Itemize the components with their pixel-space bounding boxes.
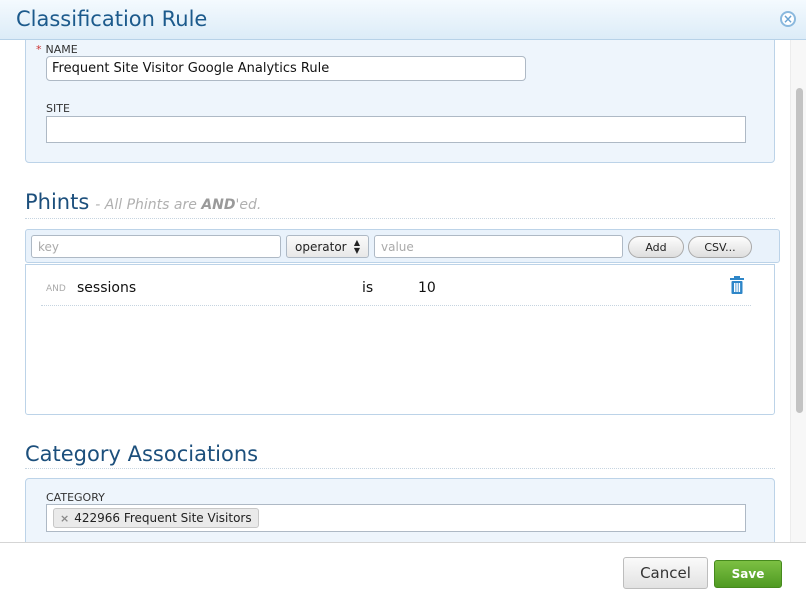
category-tag-text: 422966 Frequent Site Visitors xyxy=(74,511,252,525)
key-input[interactable]: key xyxy=(31,235,281,258)
category-input[interactable]: × 422966 Frequent Site Visitors xyxy=(46,504,746,532)
add-button[interactable]: Add xyxy=(628,236,684,258)
dialog-content: * NAME Frequent Site Visitor Google Analy… xyxy=(0,40,790,542)
phint-list: AND sessions is 10 xyxy=(25,264,775,415)
phints-title: Phints xyxy=(25,190,90,214)
rule-details-panel: * NAME Frequent Site Visitor Google Analy… xyxy=(25,40,775,163)
category-tag: × 422966 Frequent Site Visitors xyxy=(53,508,259,528)
dialog-titlebar: Classification Rule × xyxy=(0,0,806,40)
csv-button[interactable]: CSV... xyxy=(688,236,752,258)
dialog-title: Classification Rule xyxy=(16,7,208,31)
scrollbar-thumb[interactable] xyxy=(796,88,803,413)
remove-tag-icon[interactable]: × xyxy=(60,512,69,525)
category-label: CATEGORY xyxy=(46,491,105,504)
conjunction-label: AND xyxy=(46,284,66,294)
close-icon[interactable]: × xyxy=(780,11,796,27)
phint-key: sessions xyxy=(77,280,137,296)
phints-heading: Phints - All Phints are AND'ed. xyxy=(25,190,261,214)
hint-suffix: 'ed. xyxy=(235,197,262,213)
site-input[interactable] xyxy=(46,116,746,143)
phint-row: AND sessions is 10 xyxy=(41,265,751,306)
name-label: * NAME xyxy=(36,43,78,56)
phint-toolbar: key operator ▲ ▼ value Add CSV... xyxy=(25,229,780,263)
category-panel: CATEGORY × 422966 Frequent Site Visitors xyxy=(25,478,775,542)
updown-icon: ▲ ▼ xyxy=(353,237,360,255)
phint-operator: is xyxy=(362,280,374,296)
name-label-text: NAME xyxy=(45,43,78,56)
category-heading: Category Associations xyxy=(25,442,259,466)
value-input[interactable]: value xyxy=(374,235,623,258)
operator-select[interactable]: operator ▲ ▼ xyxy=(286,235,369,258)
required-marker: * xyxy=(36,43,42,56)
dialog-footer: Cancel Save xyxy=(0,542,806,606)
operator-label: operator xyxy=(295,239,347,254)
key-placeholder: key xyxy=(38,239,60,254)
cancel-button[interactable]: Cancel xyxy=(623,557,708,589)
name-input[interactable]: Frequent Site Visitor Google Analytics R… xyxy=(46,56,526,81)
trash-icon[interactable] xyxy=(729,276,745,294)
site-label: SITE xyxy=(46,102,70,115)
name-input-value: Frequent Site Visitor Google Analytics R… xyxy=(52,61,330,76)
scrollbar[interactable] xyxy=(790,40,806,542)
hint-bold: AND xyxy=(201,197,236,213)
phints-divider xyxy=(25,218,775,219)
hint-prefix: - All Phints are xyxy=(95,197,202,213)
phints-hint: - All Phints are AND'ed. xyxy=(95,197,261,213)
save-button[interactable]: Save xyxy=(714,560,782,588)
category-divider xyxy=(25,468,775,469)
value-placeholder: value xyxy=(381,239,414,254)
phint-value: 10 xyxy=(418,280,436,296)
